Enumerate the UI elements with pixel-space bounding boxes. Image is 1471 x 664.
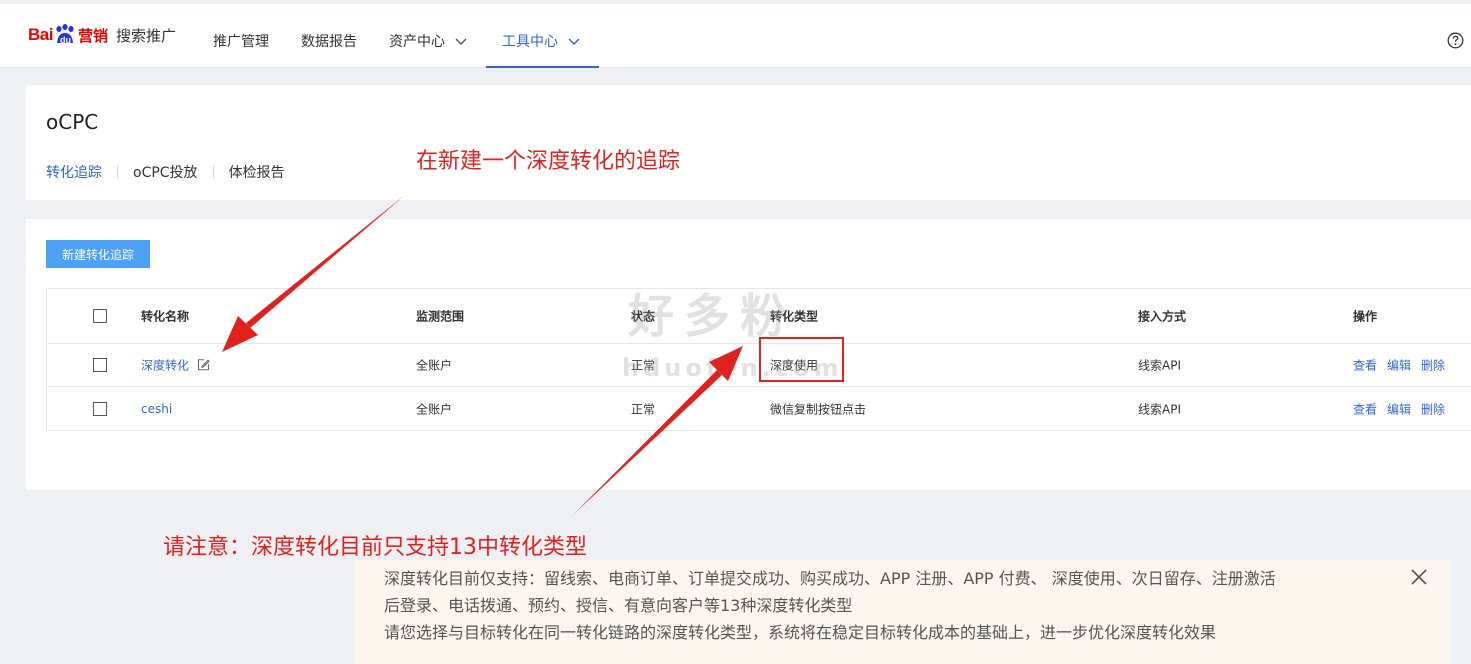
table-row: ceshi 全账户 正常 微信复制按钮点击 线索API 查看 编辑 删除 <box>47 387 1471 430</box>
scope-cell: 全账户 <box>416 358 453 373</box>
access-cell: 线索API <box>1138 402 1181 416</box>
header-access-method: 接入方式 <box>1138 309 1187 324</box>
ocpc-header-card: oCPC 转化追踪 oCPC投放 体检报告 <box>26 85 1471 200</box>
nav-label: 推广管理 <box>213 34 269 50</box>
new-conversion-tracking-button[interactable]: 新建转化追踪 <box>46 240 150 268</box>
logo-du-text: du <box>59 35 71 45</box>
notice-line-1: 深度转化目前仅支持：留线索、电商订单、订单提交成功、购买成功、APP 注册、AP… <box>384 569 1276 588</box>
nav-asset-center[interactable]: 资产中心 <box>389 31 467 51</box>
tab-ocpc-delivery[interactable]: oCPC投放 <box>133 162 198 182</box>
notice-line-2: 后登录、电话拨通、预约、授信、有意向客户等13种深度转化类型 <box>384 596 853 615</box>
access-cell: 线索API <box>1138 358 1181 373</box>
product-name[interactable]: 搜索推广 <box>116 25 176 46</box>
delete-link[interactable]: 删除 <box>1421 359 1445 373</box>
close-icon[interactable] <box>1410 568 1428 590</box>
tab-divider <box>117 165 118 179</box>
conversion-name-link[interactable]: 深度转化 <box>141 358 189 372</box>
nav-tool-center[interactable]: 工具中心 <box>502 31 580 51</box>
edit-link[interactable]: 编辑 <box>1387 402 1411 416</box>
help-icon[interactable] <box>1447 32 1464 53</box>
page-title: oCPC <box>46 110 99 134</box>
logo-bai-text: Bai <box>28 25 53 44</box>
annotation-bottom: 请注意：深度转化目前只支持13中转化类型 <box>163 535 587 560</box>
tab-health-report[interactable]: 体检报告 <box>229 162 285 182</box>
sub-tabs: 转化追踪 oCPC投放 体检报告 <box>46 162 285 182</box>
watermark-cn: 好多粉 <box>628 289 796 343</box>
active-nav-underline <box>486 66 599 68</box>
actions-cell: 查看 编辑 删除 <box>1353 400 1455 417</box>
row-checkbox[interactable] <box>93 358 107 372</box>
nav-label: 资产中心 <box>389 34 445 50</box>
chevron-down-icon <box>568 34 580 50</box>
select-all-checkbox[interactable] <box>93 309 107 323</box>
annotation-top: 在新建一个深度转化的追踪 <box>416 149 681 174</box>
conversion-name-cell: 深度转化 <box>141 356 210 374</box>
header-conversion-name: 转化名称 <box>141 309 190 324</box>
nav-label: 工具中心 <box>502 34 558 50</box>
top-navigation: Bai du 营销 搜索推广 推广管理 数据报告 资产中心 工具中心 <box>0 4 1471 68</box>
tab-divider <box>212 165 214 179</box>
tab-conversion-tracking[interactable]: 转化追踪 <box>46 162 102 182</box>
conversion-name-cell: ceshi <box>141 402 172 416</box>
type-cell: 微信复制按钮点击 <box>770 402 867 416</box>
notice-banner: 深度转化目前仅支持：留线索、电商订单、订单提交成功、购买成功、APP 注册、AP… <box>355 560 1451 664</box>
status-cell: 正常 <box>631 402 656 416</box>
view-link[interactable]: 查看 <box>1353 359 1377 373</box>
watermark-en: hduofen.com <box>622 354 843 382</box>
delete-link[interactable]: 删除 <box>1421 402 1445 416</box>
paw-icon: du <box>54 24 76 46</box>
header-monitor-scope: 监测范围 <box>416 309 465 324</box>
baidu-marketing-logo[interactable]: Bai du 营销 搜索推广 <box>28 20 176 50</box>
nav-data-report[interactable]: 数据报告 <box>301 31 357 51</box>
row-checkbox[interactable] <box>93 401 107 416</box>
nav-label: 数据报告 <box>301 34 357 50</box>
edit-icon[interactable] <box>197 358 210 374</box>
conversion-name-link[interactable]: ceshi <box>141 402 172 416</box>
notice-line-3: 请您选择与目标转化在同一转化链路的深度转化类型，系统将在稳定目标转化成本的基础上… <box>384 623 1217 642</box>
header-actions: 操作 <box>1353 309 1378 324</box>
actions-cell: 查看 编辑 删除 <box>1353 357 1455 374</box>
edit-link[interactable]: 编辑 <box>1387 359 1411 373</box>
chevron-down-icon <box>455 34 467 50</box>
logo-ying-text: 营销 <box>77 26 108 45</box>
nav-promotion-management[interactable]: 推广管理 <box>213 31 269 51</box>
scope-cell: 全账户 <box>416 402 453 416</box>
view-link[interactable]: 查看 <box>1353 402 1377 416</box>
